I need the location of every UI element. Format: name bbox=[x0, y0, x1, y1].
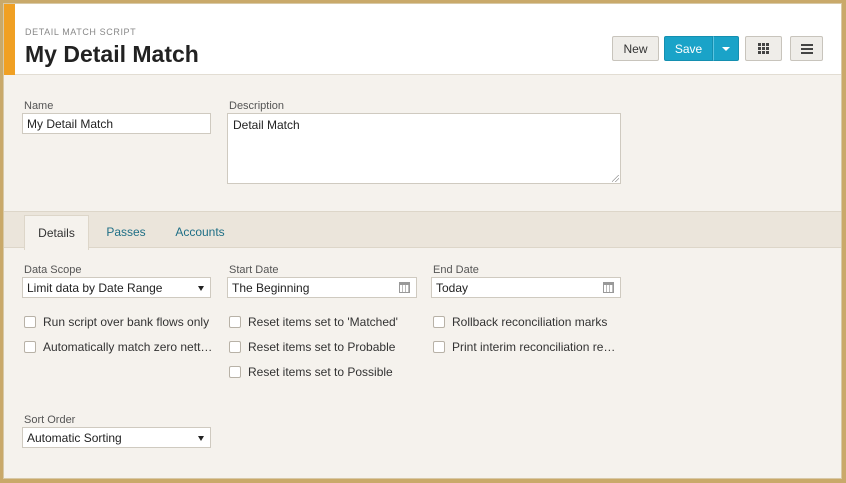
detail-match-window: DETAIL MATCH SCRIPT My Detail Match New … bbox=[3, 3, 842, 479]
reset-matched-checkbox[interactable] bbox=[229, 316, 241, 328]
reset-probable-label: Reset items set to Probable bbox=[248, 340, 396, 354]
reset-possible-label: Reset items set to Possible bbox=[248, 365, 393, 379]
bank-flows-only-option[interactable]: Run script over bank flows only bbox=[24, 315, 214, 329]
grid-icon bbox=[758, 43, 769, 54]
end-date-value: Today bbox=[436, 281, 469, 295]
start-date-input[interactable]: The Beginning bbox=[227, 277, 417, 298]
reset-possible-option[interactable]: Reset items set to Possible bbox=[229, 365, 419, 379]
auto-match-zero-label: Automatically match zero nett… bbox=[43, 340, 213, 354]
rollback-marks-option[interactable]: Rollback reconciliation marks bbox=[433, 315, 623, 329]
rollback-marks-label: Rollback reconciliation marks bbox=[452, 315, 608, 329]
rollback-marks-checkbox[interactable] bbox=[433, 316, 445, 328]
reset-possible-checkbox[interactable] bbox=[229, 366, 241, 378]
page-subtitle: DETAIL MATCH SCRIPT bbox=[25, 27, 137, 37]
new-button[interactable]: New bbox=[612, 36, 659, 61]
description-textarea[interactable]: Detail Match bbox=[227, 113, 621, 184]
grid-view-button[interactable] bbox=[745, 36, 782, 61]
header-accent-bar bbox=[4, 4, 15, 75]
name-label: Name bbox=[24, 100, 54, 112]
chevron-down-icon bbox=[722, 46, 730, 51]
data-scope-label: Data Scope bbox=[24, 264, 82, 276]
dropdown-arrow-icon bbox=[198, 436, 204, 441]
auto-match-zero-option[interactable]: Automatically match zero nett… bbox=[24, 340, 214, 354]
description-text: Detail Match bbox=[233, 118, 300, 132]
dropdown-arrow-icon bbox=[198, 286, 204, 291]
bank-flows-only-checkbox[interactable] bbox=[24, 316, 36, 328]
reset-matched-label: Reset items set to 'Matched' bbox=[248, 315, 398, 329]
print-interim-checkbox[interactable] bbox=[433, 341, 445, 353]
page-header: DETAIL MATCH SCRIPT My Detail Match New … bbox=[4, 4, 841, 75]
menu-button[interactable] bbox=[790, 36, 823, 61]
tab-bar: Details Passes Accounts bbox=[4, 211, 841, 250]
name-input[interactable]: My Detail Match bbox=[22, 113, 211, 134]
tab-passes[interactable]: Passes bbox=[96, 215, 156, 249]
start-date-label: Start Date bbox=[229, 264, 279, 276]
end-date-input[interactable]: Today bbox=[431, 277, 621, 298]
auto-match-zero-checkbox[interactable] bbox=[24, 341, 36, 353]
page-title: My Detail Match bbox=[25, 41, 199, 67]
tab-accounts[interactable]: Accounts bbox=[166, 215, 234, 249]
save-button[interactable]: Save bbox=[664, 36, 713, 61]
calendar-icon[interactable] bbox=[399, 282, 410, 293]
tab-details[interactable]: Details bbox=[24, 215, 89, 250]
data-scope-value: Limit data by Date Range bbox=[27, 281, 163, 295]
reset-probable-checkbox[interactable] bbox=[229, 341, 241, 353]
sort-order-value: Automatic Sorting bbox=[27, 431, 122, 445]
calendar-icon[interactable] bbox=[603, 282, 614, 293]
resize-grip-icon[interactable] bbox=[612, 175, 619, 182]
start-date-value: The Beginning bbox=[232, 281, 310, 295]
save-dropdown-button[interactable] bbox=[713, 36, 739, 61]
bank-flows-only-label: Run script over bank flows only bbox=[43, 315, 210, 329]
reset-matched-option[interactable]: Reset items set to 'Matched' bbox=[229, 315, 419, 329]
sort-order-select[interactable]: Automatic Sorting bbox=[22, 427, 211, 448]
print-interim-label: Print interim reconciliation re… bbox=[452, 340, 616, 354]
hamburger-menu-icon bbox=[800, 43, 813, 54]
end-date-label: End Date bbox=[433, 264, 479, 276]
print-interim-option[interactable]: Print interim reconciliation re… bbox=[433, 340, 623, 354]
description-label: Description bbox=[229, 100, 285, 112]
sort-order-label: Sort Order bbox=[24, 414, 76, 426]
reset-probable-option[interactable]: Reset items set to Probable bbox=[229, 340, 419, 354]
data-scope-select[interactable]: Limit data by Date Range bbox=[22, 277, 211, 298]
